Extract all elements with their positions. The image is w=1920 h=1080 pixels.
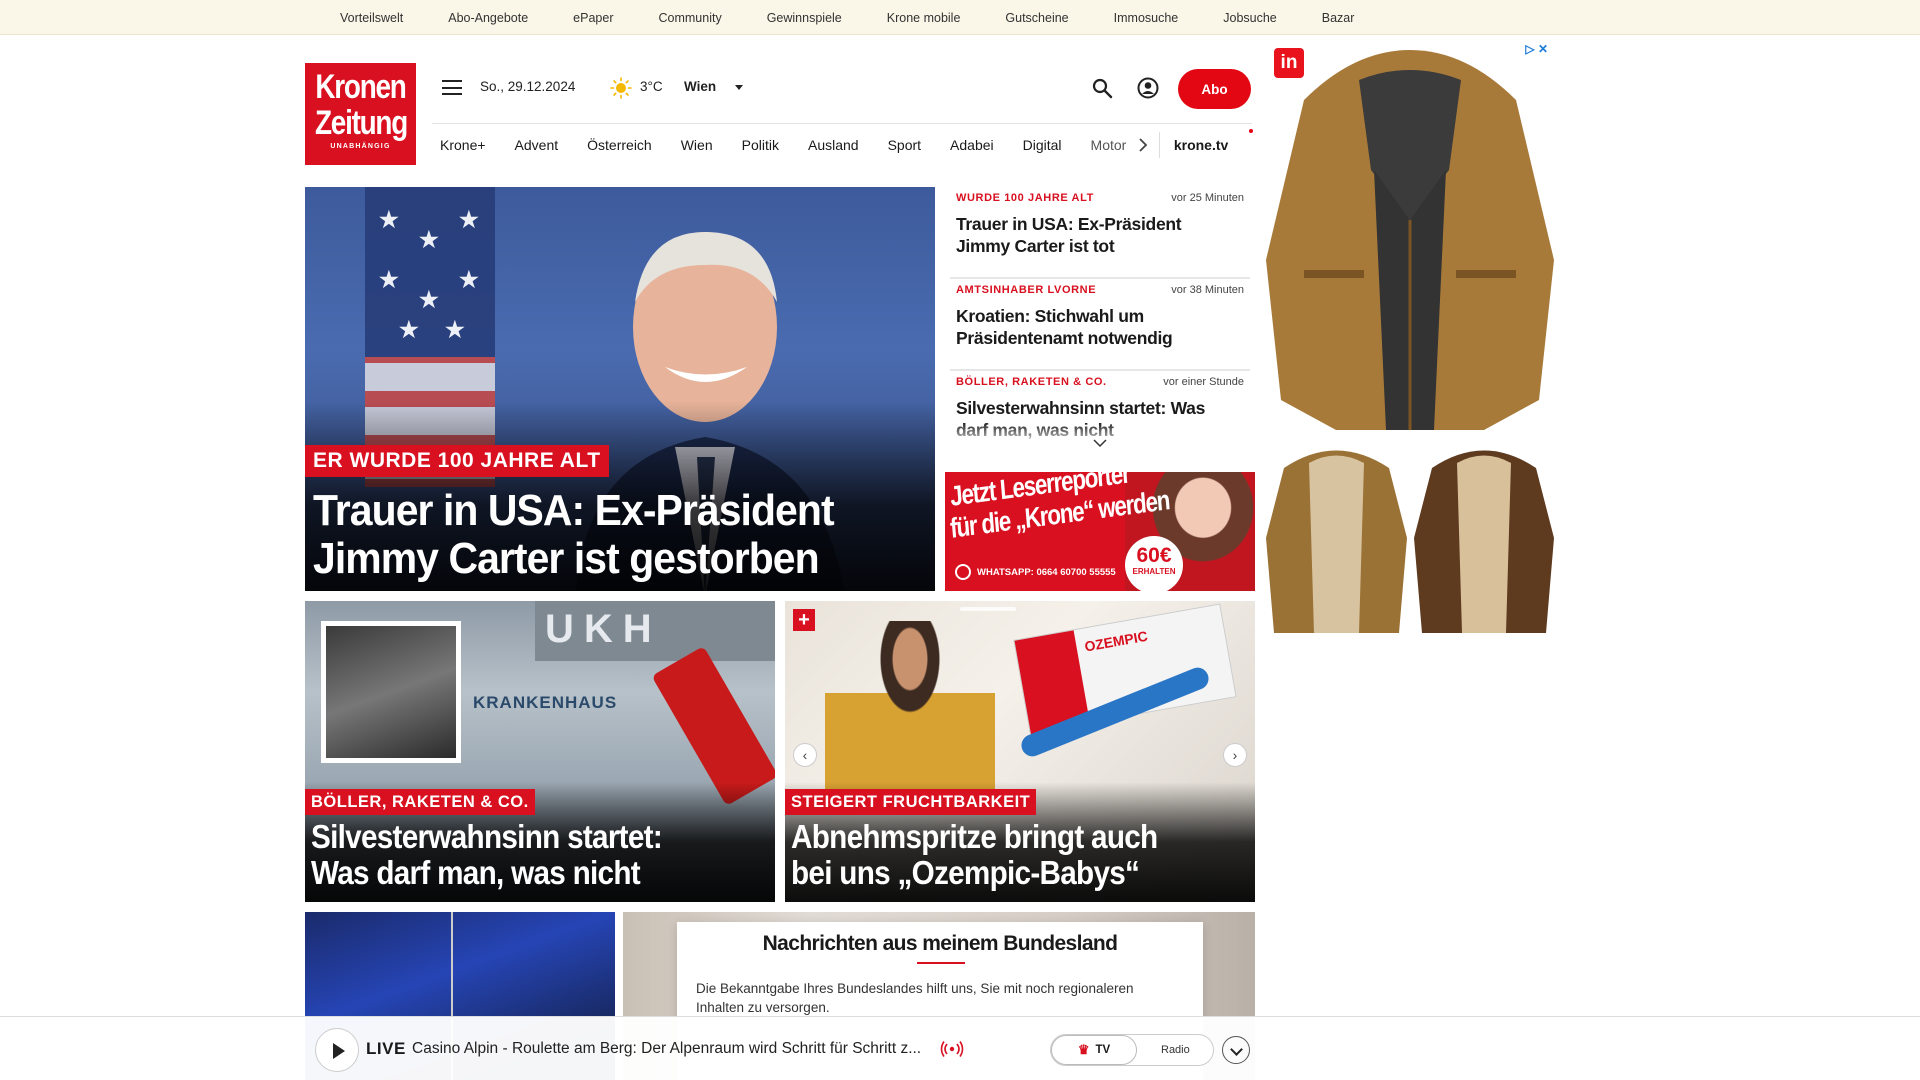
temperature: 3°C bbox=[640, 79, 663, 94]
utility-link-immosuche[interactable]: Immosuche bbox=[1114, 11, 1179, 25]
nav-item-adabei[interactable]: Adabei bbox=[936, 137, 1009, 153]
nav-item-krone-tv[interactable]: krone.tv bbox=[1166, 137, 1236, 153]
main-navigation: Krone+ Advent Österreich Wien Politik Au… bbox=[432, 123, 1253, 165]
news-time: vor einer Stunde bbox=[1163, 376, 1244, 388]
utility-link-abo-angebote[interactable]: Abo-Angebote bbox=[448, 11, 528, 25]
nav-item-motor[interactable]: Motor bbox=[1076, 137, 1141, 153]
sun-icon bbox=[610, 77, 632, 99]
city-selector[interactable]: Wien bbox=[684, 79, 716, 94]
carousel-indicator bbox=[960, 607, 1016, 611]
box-label: OZEMPIC bbox=[1083, 627, 1149, 655]
utility-link-jobsuche[interactable]: Jobsuche bbox=[1223, 11, 1277, 25]
nav-item-politik[interactable]: Politik bbox=[727, 137, 793, 153]
leserreporter-banner[interactable]: Jetzt Leserreporter für die „Krone“ werd… bbox=[945, 472, 1255, 591]
utility-link-epaper[interactable]: ePaper bbox=[573, 11, 613, 25]
carousel-prev-button[interactable]: ‹ bbox=[793, 743, 817, 767]
list-item[interactable]: AMTSINHABER LVORNE vor 38 Minuten Kroati… bbox=[950, 279, 1250, 371]
card-headline[interactable]: Abnehmspritze bringt auch bei uns „Ozemp… bbox=[791, 819, 1205, 891]
live-dot-icon bbox=[1249, 129, 1253, 133]
news-tag: AMTSINHABER LVORNE bbox=[956, 284, 1097, 296]
news-time: vor 38 Minuten bbox=[1171, 284, 1244, 296]
player-title[interactable]: Casino Alpin - Roulette am Berg: Der Alp… bbox=[412, 1040, 921, 1058]
utility-link-gewinnspiele[interactable]: Gewinnspiele bbox=[767, 11, 842, 25]
reward-badge: 60€ ERHALTEN bbox=[1125, 536, 1183, 591]
list-item[interactable]: WURDE 100 JAHRE ALT vor 25 Minuten Traue… bbox=[950, 187, 1250, 279]
top-utility-bar: Vorteilswelt Abo-Angebote ePaper Communi… bbox=[0, 0, 1920, 35]
article-card-silvester[interactable]: UKH KRANKENHAUS BÖLLER, RAKETEN & CO. Si… bbox=[305, 601, 775, 902]
utility-links: Vorteilswelt Abo-Angebote ePaper Communi… bbox=[340, 0, 1354, 35]
nav-item-advent[interactable]: Advent bbox=[500, 137, 573, 153]
news-tag: WURDE 100 JAHRE ALT bbox=[956, 192, 1094, 204]
jacket-image bbox=[1266, 450, 1407, 633]
whatsapp-number: WHATSAPP: 0664 60700 55555 bbox=[977, 566, 1116, 578]
news-tag: BÖLLER, RAKETEN & CO. bbox=[956, 376, 1107, 388]
tv-label: TV bbox=[1095, 1044, 1111, 1056]
hero-article[interactable]: ★ ★ ★ ★ ★ ★ ★ ★ ER WURDE 100 JAHRE ALT Trauer i… bbox=[305, 187, 935, 591]
whatsapp-icon bbox=[955, 564, 971, 580]
utility-link-community[interactable]: Community bbox=[658, 11, 721, 25]
utility-link-bazar[interactable]: Bazar bbox=[1322, 11, 1355, 25]
advertisement[interactable]: in ▷ ✕ bbox=[1262, 38, 1558, 638]
news-headline[interactable]: Trauer in USA: Ex-Präsident Jimmy Carter… bbox=[956, 213, 1216, 257]
nav-item-ausland[interactable]: Ausland bbox=[793, 137, 873, 153]
ad-choices-icon[interactable]: ▷ ✕ bbox=[1525, 42, 1548, 56]
ukh-sign: UKH bbox=[535, 601, 775, 661]
live-player-bar: LIVE Casino Alpin - Roulette am Berg: De… bbox=[0, 1016, 1920, 1080]
jacket-image bbox=[1414, 450, 1554, 633]
header-bar: So., 29.12.2024 3°C Wien Abo bbox=[432, 63, 1252, 113]
hospital-sign: KRANKENHAUS bbox=[473, 693, 618, 712]
bundesland-heading: Nachrichten aus meinem Bundesland bbox=[762, 932, 1118, 955]
nav-divider bbox=[1158, 131, 1160, 158]
hero-kicker: ER WURDE 100 JAHRE ALT bbox=[305, 445, 609, 477]
reward-label: ERHALTEN bbox=[1132, 567, 1176, 576]
advertiser-logo: in bbox=[1274, 48, 1304, 78]
nav-item-krone-plus[interactable]: Krone+ bbox=[432, 137, 500, 153]
utility-link-vorteilswelt[interactable]: Vorteilswelt bbox=[340, 11, 403, 25]
jacket-image bbox=[1266, 50, 1554, 430]
utility-link-krone-mobile[interactable]: Krone mobile bbox=[887, 11, 961, 25]
logo-tagline: UNABHÄNGIG bbox=[330, 143, 391, 150]
bundesland-text: Die Bekanntgabe Ihres Bundeslandes hilft… bbox=[696, 981, 1134, 1015]
utility-link-gutscheine[interactable]: Gutscheine bbox=[1005, 11, 1068, 25]
article-card-ozempic[interactable]: OZEMPIC + ‹ › STEIGERT FRUCHTBARKEIT Abn… bbox=[785, 601, 1255, 902]
latest-news-list: WURDE 100 JAHRE ALT vor 25 Minuten Traue… bbox=[950, 187, 1250, 452]
abo-button[interactable]: Abo bbox=[1178, 69, 1251, 109]
card-kicker: BÖLLER, RAKETEN & CO. bbox=[305, 789, 535, 815]
chevron-down-icon[interactable] bbox=[735, 85, 743, 90]
kronen-zeitung-logo[interactable]: Kronen Zeitung UNABHÄNGIG bbox=[305, 63, 416, 165]
expand-player-button[interactable] bbox=[1222, 1036, 1250, 1064]
nav-item-sport[interactable]: Sport bbox=[873, 137, 935, 153]
hamburger-icon[interactable] bbox=[442, 80, 462, 95]
logo-line-2: Zeitung bbox=[314, 104, 408, 142]
nav-item-digital[interactable]: Digital bbox=[1008, 137, 1076, 153]
media-toggle: ♛ TV Radio bbox=[1050, 1034, 1214, 1066]
nav-item-wien[interactable]: Wien bbox=[666, 137, 727, 153]
search-icon[interactable] bbox=[1091, 77, 1113, 99]
logo-line-1: Kronen bbox=[315, 68, 406, 106]
krone-plus-icon: + bbox=[793, 609, 815, 631]
broadcast-icon bbox=[940, 1041, 964, 1057]
tv-tab[interactable]: ♛ TV bbox=[1051, 1035, 1137, 1065]
nav-item-oesterreich[interactable]: Österreich bbox=[573, 137, 667, 153]
card-kicker: STEIGERT FRUCHTBARKEIT bbox=[785, 789, 1037, 815]
user-icon[interactable] bbox=[1137, 77, 1159, 99]
reward-amount: 60€ bbox=[1136, 544, 1172, 567]
crown-icon: ♛ bbox=[1077, 1042, 1090, 1057]
card-headline[interactable]: Silvesterwahnsinn startet: Was darf man,… bbox=[311, 819, 725, 891]
current-date: So., 29.12.2024 bbox=[480, 79, 576, 94]
inset-image bbox=[321, 621, 461, 763]
live-label: LIVE bbox=[366, 1039, 406, 1058]
news-headline[interactable]: Kroatien: Stichwahl um Präsidentenamt no… bbox=[956, 305, 1216, 349]
news-time: vor 25 Minuten bbox=[1171, 192, 1244, 204]
play-button[interactable] bbox=[315, 1028, 359, 1072]
hero-headline[interactable]: Trauer in USA: Ex-Präsident Jimmy Carter… bbox=[313, 487, 880, 583]
chevron-down-icon[interactable] bbox=[1092, 437, 1108, 449]
radio-tab[interactable]: Radio bbox=[1161, 1044, 1190, 1056]
carousel-next-button[interactable]: › bbox=[1223, 743, 1247, 767]
